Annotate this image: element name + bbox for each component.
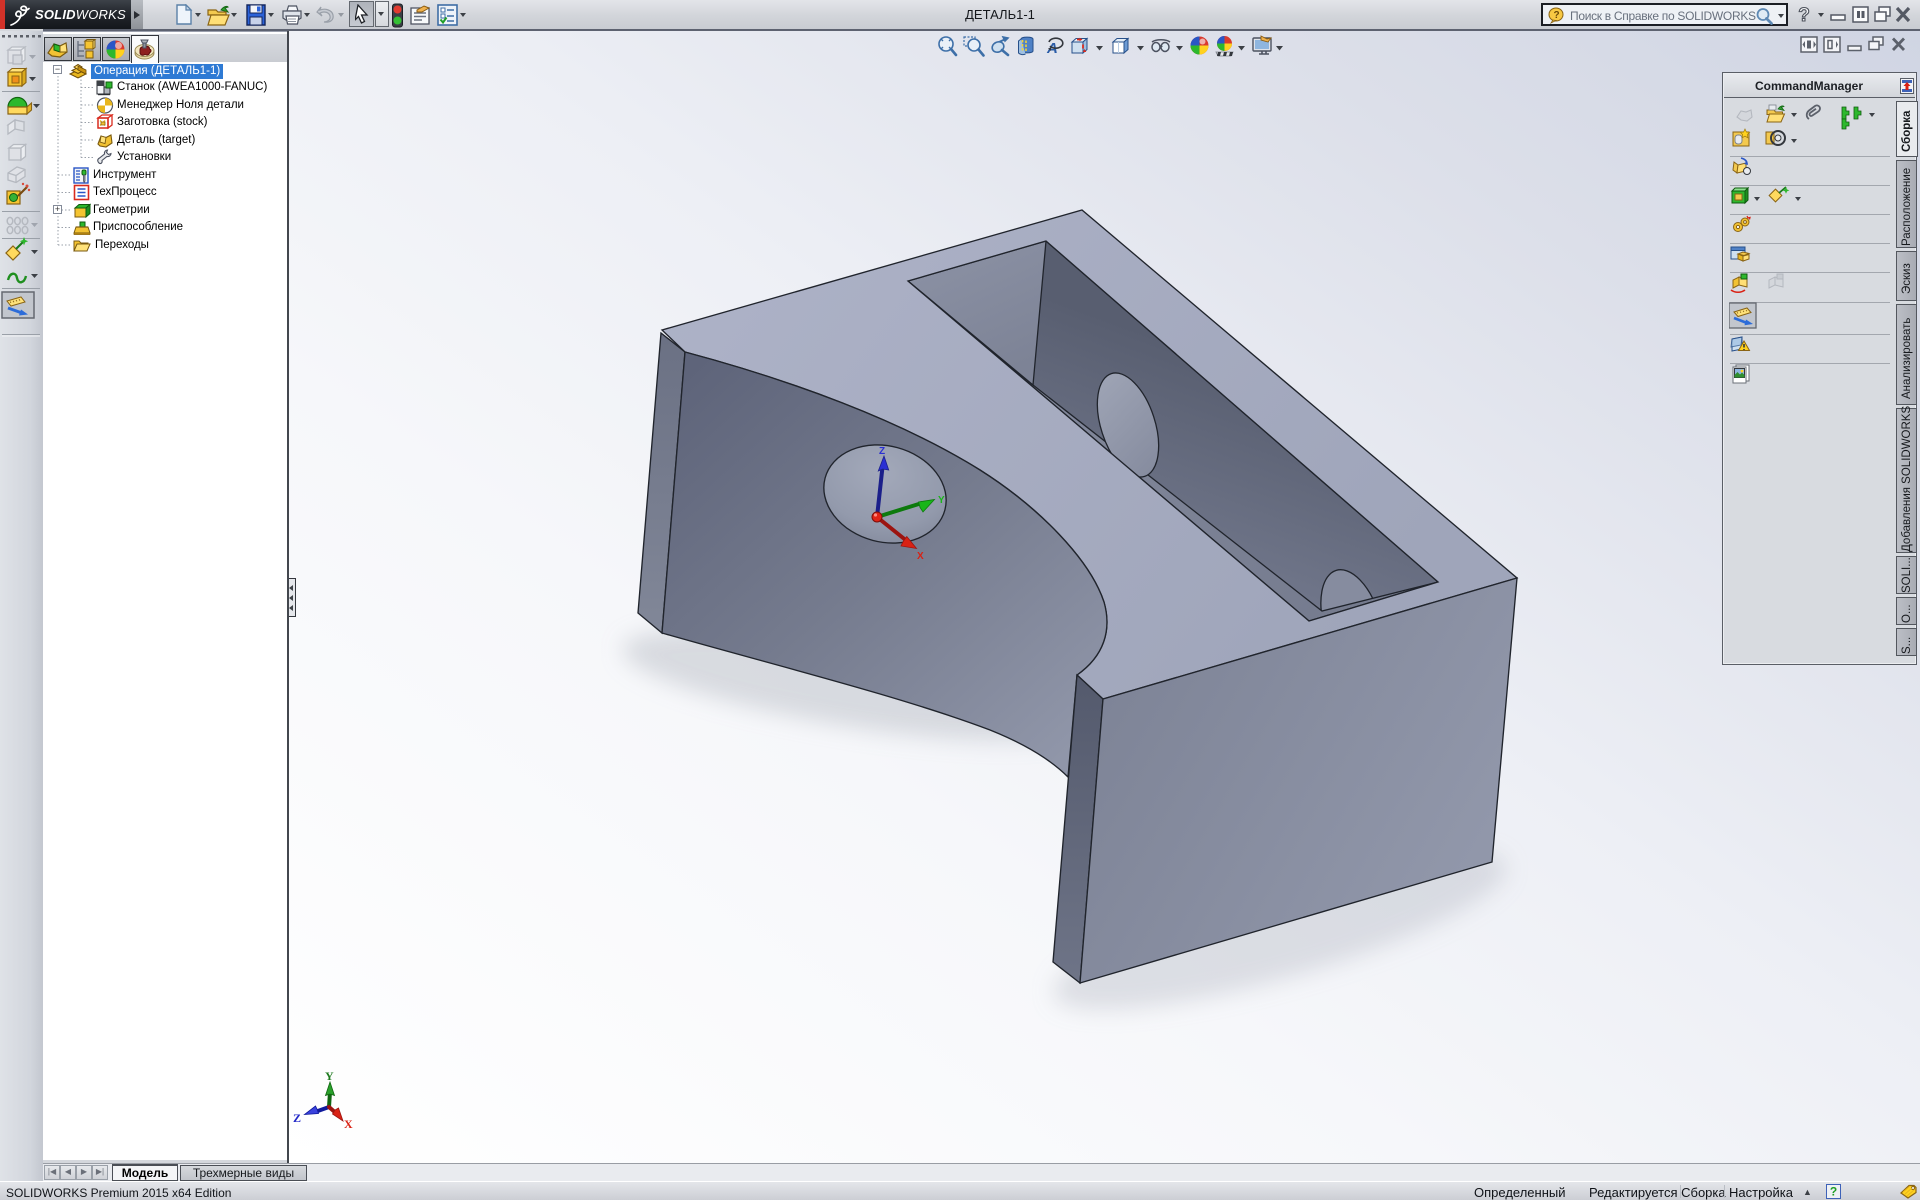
svg-text:?: ? <box>1830 1185 1837 1199</box>
svg-text:Z: Z <box>293 1111 301 1125</box>
svg-text:Y: Y <box>938 495 945 506</box>
svg-text:X: X <box>917 551 924 562</box>
svg-text:X: X <box>344 1117 353 1131</box>
svg-text:Z: Z <box>879 446 885 457</box>
svg-text:?: ? <box>1553 10 1559 21</box>
svg-text:?: ? <box>1798 5 1810 26</box>
svg-text:Y: Y <box>325 1069 334 1083</box>
